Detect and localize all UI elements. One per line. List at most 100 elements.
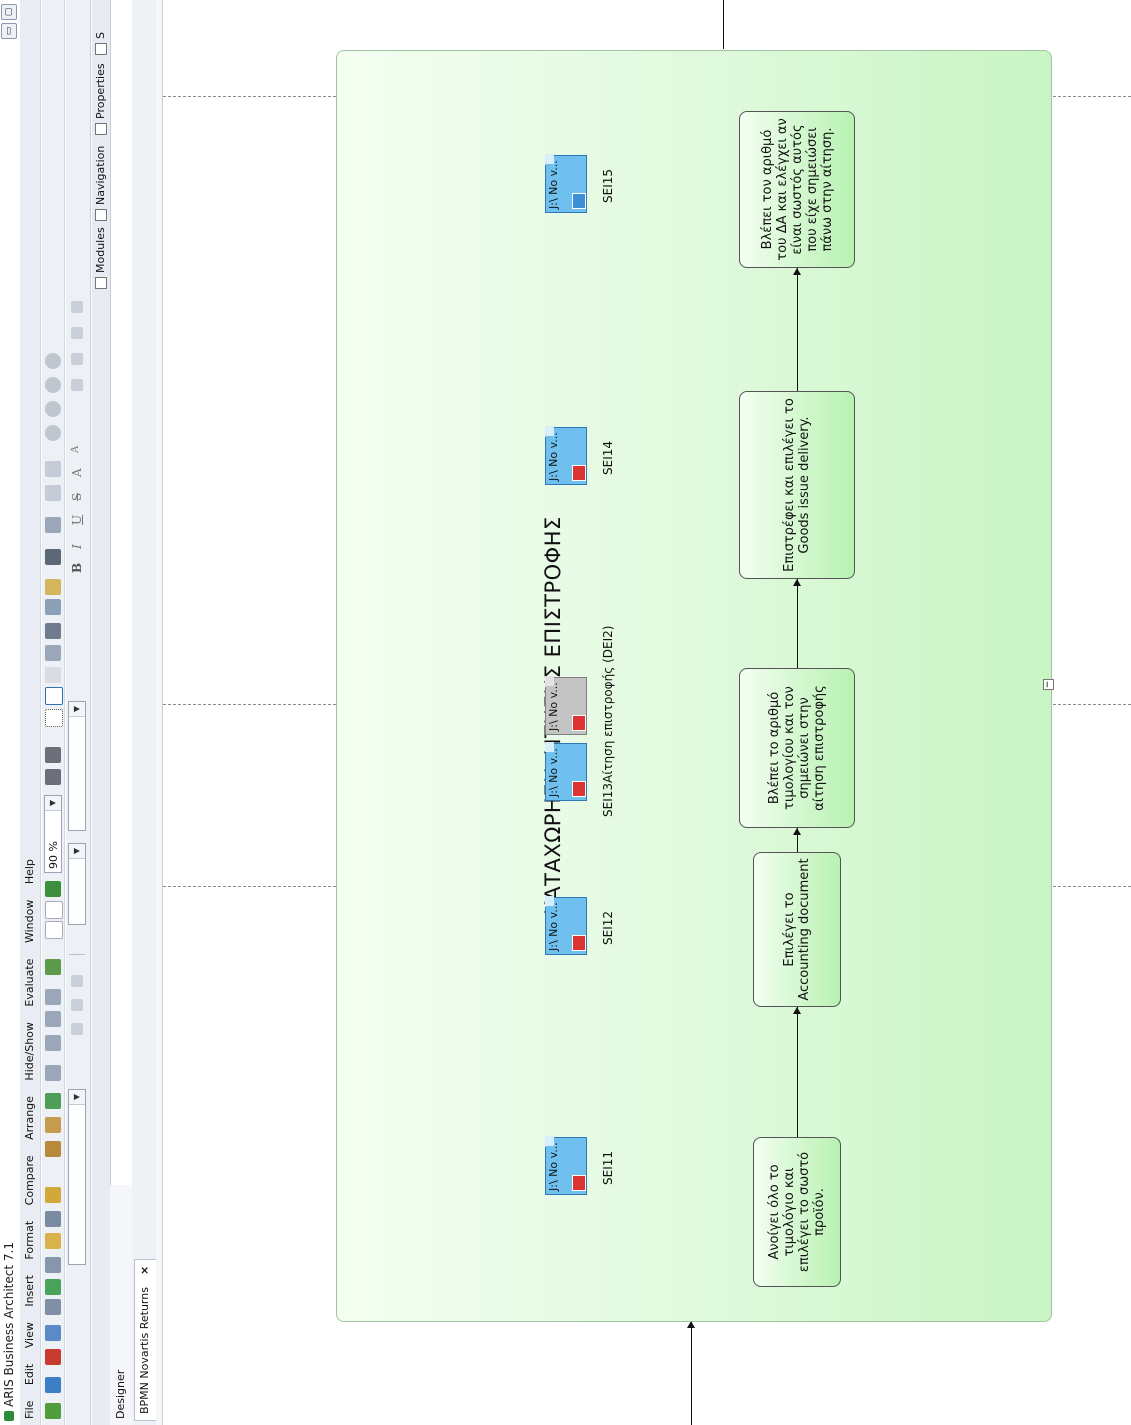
align-icon[interactable] [45,623,61,639]
menu-view[interactable]: View [20,1316,36,1354]
task-3[interactable]: Βλέπει το αριθμό τιμολογίου και τον σημε… [739,668,855,828]
zoom-select[interactable]: 90 % ▼ [44,795,62,873]
refresh-icon[interactable] [45,1279,61,1295]
menu-format[interactable]: Format [20,1215,36,1266]
document-path: J:\ No v... [547,902,560,951]
select-icon[interactable] [45,687,63,705]
style-select[interactable]: ▼ [68,701,86,831]
bullets-icon[interactable] [71,379,83,391]
menu-insert[interactable]: Insert [20,1269,36,1313]
nav-next-icon[interactable] [45,377,61,393]
print-preview-icon[interactable] [45,1299,61,1315]
sequence-flow[interactable] [797,268,798,391]
nav-last-icon[interactable] [45,353,61,369]
document-return-request[interactable]: J:\ No v... [545,675,589,735]
document-sei13[interactable]: J:\ No v... [545,741,589,801]
document-sei12[interactable]: J:\ No v... [545,895,589,955]
arrow-head-icon [793,268,801,275]
new-icon[interactable] [45,1403,61,1419]
navigation-checkbox[interactable] [95,209,107,221]
menu-hide-show[interactable]: Hide/Show [20,1016,36,1086]
undo-icon[interactable] [45,901,63,919]
indent-icon[interactable] [71,327,83,339]
menu-edit[interactable]: Edit [20,1358,36,1391]
document-sei14[interactable]: J:\ No v... [545,425,589,485]
save-icon[interactable] [45,1325,61,1341]
image-icon [572,193,586,209]
open-icon[interactable] [45,1377,61,1393]
modules-checkbox[interactable] [95,277,107,289]
menu-help[interactable]: Help [20,853,36,890]
strikethrough-icon[interactable]: S [70,493,84,501]
font-size-select[interactable]: ▼ [68,843,86,925]
menu-evaluate[interactable]: Evaluate [20,953,36,1013]
restore-window-icon[interactable]: ▭ [1,23,17,39]
font-color-icon[interactable]: A [70,468,84,477]
text-effect-icon[interactable]: A [70,446,81,453]
sequence-flow[interactable] [797,1007,798,1137]
copy-icon[interactable] [45,1011,61,1027]
nav-first-icon[interactable] [45,425,61,441]
insert-symbol-icon[interactable] [45,1117,61,1133]
grid-snap-icon[interactable] [45,881,61,897]
distribute-icon[interactable] [45,517,61,533]
close-tab-icon[interactable]: × [138,1266,151,1275]
italic-icon[interactable]: I [70,544,84,549]
font-family-select[interactable]: ▼ [68,1089,86,1265]
collapse-icon[interactable]: − [1043,679,1054,690]
properties-checkbox[interactable] [95,123,107,135]
fill-color-icon[interactable] [45,579,61,595]
task-2[interactable]: Επιλέγει το Accounting document [753,852,841,1007]
align-center-icon[interactable] [71,999,83,1011]
properties-icon[interactable] [45,1257,61,1273]
tab-bpmn-novartis-returns[interactable]: BPMN Novartis Returns × [134,1258,156,1421]
outdent-icon[interactable] [71,301,83,313]
s-checkbox[interactable] [95,43,107,55]
insert-text-icon[interactable] [45,1093,61,1109]
task-4[interactable]: Επιστρέφει και επιλέγει το Goods issue d… [739,391,855,579]
paste-icon[interactable] [45,989,61,1005]
layout-icon[interactable] [45,959,61,975]
menu-file[interactable]: File [20,1395,36,1425]
align-left-icon[interactable] [71,1023,83,1035]
outgoing-sequence-flow[interactable] [723,0,724,49]
info-icon[interactable] [45,1211,61,1227]
bold-icon[interactable]: B [70,563,84,573]
window-title-text: ARIS Business Architect 7.1 [2,1242,16,1407]
placement-icon[interactable] [45,645,61,661]
sequence-flow[interactable] [797,579,798,668]
zoom-out-icon[interactable] [45,747,61,763]
bring-front-icon[interactable] [45,485,61,501]
grid-icon[interactable] [45,709,63,727]
format-painter-icon[interactable] [45,667,61,683]
task-1[interactable]: Ανοίγει όλο το τιμολόγιο και επιλέγει το… [753,1137,841,1287]
diagram-canvas[interactable]: ΚΑΤΑΧΩΡΗΣΗ ΑΙΤΗΣΗΣ ΕΠΙΣΤΡΟΦΗΣ − Ανοίγει … [163,0,1131,1425]
zoom-in-icon[interactable] [45,769,61,785]
cut-icon[interactable] [45,1035,61,1051]
swimlane-pool[interactable] [336,50,1052,1322]
zoom-fit-icon[interactable] [45,1065,61,1081]
align-right-icon[interactable] [71,975,83,987]
underline-icon[interactable]: U [70,515,84,525]
attributes-icon[interactable] [45,599,61,615]
screen-icon[interactable] [45,549,61,565]
nav-prev-icon[interactable] [45,401,61,417]
menu-compare[interactable]: Compare [20,1149,36,1211]
chevron-down-icon: ▼ [69,702,85,717]
close-window-icon[interactable]: ▢ [1,4,17,20]
assign-icon[interactable] [45,1187,61,1203]
insert-object-icon[interactable] [45,1141,61,1157]
menu-window[interactable]: Window [20,894,36,949]
document-sei15[interactable]: J:\ No v... [545,153,589,213]
model-icon[interactable] [45,1349,61,1365]
menu-arrange[interactable]: Arrange [20,1090,36,1146]
redo-icon[interactable] [45,921,63,939]
lock-icon[interactable] [45,1233,61,1249]
document-sei11[interactable]: J:\ No v... [545,1135,589,1195]
title-bar: ARIS Business Architect 7.1 ▭ ▢ [0,0,18,1425]
toolbar-separator [69,954,85,955]
send-back-icon[interactable] [45,461,61,477]
numbering-icon[interactable] [71,353,83,365]
task-5[interactable]: Βλέπει τον αριθμό του ΔΑ και ελέγχει αν … [739,111,855,268]
incoming-sequence-flow[interactable] [691,1321,692,1425]
